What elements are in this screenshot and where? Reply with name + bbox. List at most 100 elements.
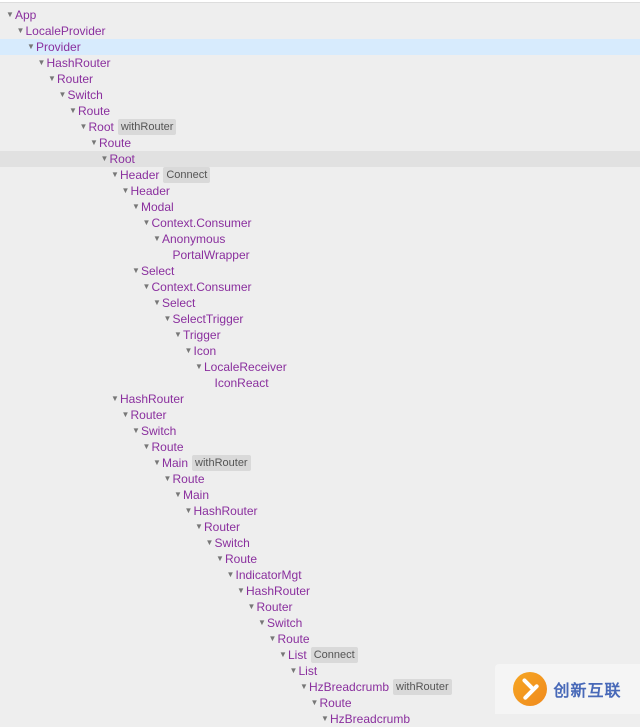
collapse-icon[interactable]: ▼ xyxy=(121,407,131,423)
component-name: HashRouter xyxy=(246,583,310,599)
tree-node-context-consumer[interactable]: ▼Context.Consumer xyxy=(0,215,640,231)
tree-node-list[interactable]: ▼ListConnect xyxy=(0,647,640,663)
tree-node-router[interactable]: ▼Router xyxy=(0,71,640,87)
hoc-badge: Connect xyxy=(311,647,358,663)
tree-node-hashrouter[interactable]: ▼HashRouter xyxy=(0,391,640,407)
collapse-icon[interactable]: ▼ xyxy=(142,279,152,295)
collapse-icon[interactable]: ▼ xyxy=(100,151,110,167)
tree-node-context-consumer[interactable]: ▼Context.Consumer xyxy=(0,279,640,295)
tree-node-switch[interactable]: ▼Switch xyxy=(0,615,640,631)
collapse-icon[interactable]: ▼ xyxy=(110,391,120,407)
tree-node-header[interactable]: ▼Header xyxy=(0,183,640,199)
collapse-icon[interactable]: ▼ xyxy=(142,215,152,231)
tree-node-selecttrigger[interactable]: ▼SelectTrigger xyxy=(0,311,640,327)
collapse-icon[interactable]: ▼ xyxy=(142,439,152,455)
tree-node-localeprovider[interactable]: ▼LocaleProvider xyxy=(0,23,640,39)
collapse-icon[interactable]: ▼ xyxy=(152,231,162,247)
collapse-icon[interactable]: ▼ xyxy=(37,55,47,71)
component-name: Context.Consumer xyxy=(152,215,252,231)
tree-node-hashrouter[interactable]: ▼HashRouter xyxy=(0,503,640,519)
collapse-icon[interactable]: ▼ xyxy=(110,167,120,183)
component-name: PortalWrapper xyxy=(173,247,250,263)
tree-node-app[interactable]: ▼App xyxy=(0,7,640,23)
tree-node-icon[interactable]: ▼Icon xyxy=(0,343,640,359)
collapse-icon[interactable]: ▼ xyxy=(5,7,15,23)
component-name: Anonymous xyxy=(162,231,225,247)
collapse-icon[interactable]: ▼ xyxy=(268,631,278,647)
tree-node-route[interactable]: ▼Route xyxy=(0,439,640,455)
collapse-icon[interactable]: ▼ xyxy=(121,183,131,199)
component-name: HzBreadcrumb xyxy=(309,679,389,695)
collapse-icon[interactable]: ▼ xyxy=(163,471,173,487)
collapse-icon[interactable]: ▼ xyxy=(226,567,236,583)
tree-node-trigger[interactable]: ▼Trigger xyxy=(0,327,640,343)
tree-node-switch[interactable]: ▼Switch xyxy=(0,423,640,439)
tree-node-modal[interactable]: ▼Modal xyxy=(0,199,640,215)
collapse-icon[interactable]: ▼ xyxy=(299,679,309,695)
component-name: Switch xyxy=(68,87,103,103)
component-name: Route xyxy=(152,439,184,455)
collapse-icon[interactable]: ▼ xyxy=(16,23,26,39)
tree-node-route[interactable]: ▼Route xyxy=(0,471,640,487)
tree-node-header[interactable]: ▼HeaderConnect xyxy=(0,167,640,183)
collapse-icon[interactable]: ▼ xyxy=(215,551,225,567)
tree-node-root[interactable]: ▼RootwithRouter xyxy=(0,119,640,135)
collapse-icon[interactable]: ▼ xyxy=(131,199,141,215)
collapse-icon[interactable]: ▼ xyxy=(163,311,173,327)
tree-node-route[interactable]: ▼Route xyxy=(0,135,640,151)
component-name: Context.Consumer xyxy=(152,279,252,295)
collapse-icon[interactable]: ▼ xyxy=(194,359,204,375)
component-name: LocaleReceiver xyxy=(204,359,287,375)
tree-node-route[interactable]: ▼Route xyxy=(0,631,640,647)
tree-node-select[interactable]: ▼Select xyxy=(0,263,640,279)
collapse-icon[interactable]: ▼ xyxy=(236,583,246,599)
collapse-icon[interactable]: ▼ xyxy=(68,103,78,119)
tree-node-route[interactable]: ▼Route xyxy=(0,551,640,567)
tree-node-root[interactable]: ▼Root xyxy=(0,151,640,167)
tree-node-select[interactable]: ▼Select xyxy=(0,295,640,311)
component-name: Switch xyxy=(267,615,302,631)
tree-node-main[interactable]: ▼Main xyxy=(0,487,640,503)
collapse-icon[interactable]: ▼ xyxy=(152,295,162,311)
collapse-icon[interactable]: ▼ xyxy=(89,135,99,151)
component-name: Router xyxy=(57,71,93,87)
tree-node-iconreact[interactable]: IconReact xyxy=(0,375,640,391)
collapse-icon[interactable]: ▼ xyxy=(310,695,320,711)
tree-node-router[interactable]: ▼Router xyxy=(0,519,640,535)
watermark-logo-icon xyxy=(513,672,547,706)
tree-node-hashrouter[interactable]: ▼HashRouter xyxy=(0,55,640,71)
tree-node-localereceiver[interactable]: ▼LocaleReceiver xyxy=(0,359,640,375)
tree-node-switch[interactable]: ▼Switch xyxy=(0,87,640,103)
component-name: Route xyxy=(278,631,310,647)
tree-node-provider[interactable]: ▼Provider xyxy=(0,39,640,55)
collapse-icon[interactable]: ▼ xyxy=(152,455,162,471)
tree-node-router[interactable]: ▼Router xyxy=(0,407,640,423)
component-name: List xyxy=(299,663,318,679)
collapse-icon[interactable]: ▼ xyxy=(131,423,141,439)
collapse-icon[interactable]: ▼ xyxy=(26,39,36,55)
collapse-icon[interactable]: ▼ xyxy=(173,327,183,343)
collapse-icon[interactable]: ▼ xyxy=(79,119,89,135)
collapse-icon[interactable]: ▼ xyxy=(320,711,330,727)
tree-node-main[interactable]: ▼MainwithRouter xyxy=(0,455,640,471)
collapse-icon[interactable]: ▼ xyxy=(131,263,141,279)
tree-node-route[interactable]: ▼Route xyxy=(0,103,640,119)
tree-node-hashrouter[interactable]: ▼HashRouter xyxy=(0,583,640,599)
tree-node-portalwrapper[interactable]: PortalWrapper xyxy=(0,247,640,263)
collapse-icon[interactable]: ▼ xyxy=(184,503,194,519)
collapse-icon[interactable]: ▼ xyxy=(173,487,183,503)
tree-node-router[interactable]: ▼Router xyxy=(0,599,640,615)
tree-node-switch[interactable]: ▼Switch xyxy=(0,535,640,551)
collapse-icon[interactable]: ▼ xyxy=(47,71,57,87)
collapse-icon[interactable]: ▼ xyxy=(278,647,288,663)
collapse-icon[interactable]: ▼ xyxy=(257,615,267,631)
collapse-icon[interactable]: ▼ xyxy=(247,599,257,615)
collapse-icon[interactable]: ▼ xyxy=(289,663,299,679)
component-name: Main xyxy=(162,455,188,471)
collapse-icon[interactable]: ▼ xyxy=(58,87,68,103)
collapse-icon[interactable]: ▼ xyxy=(194,519,204,535)
collapse-icon[interactable]: ▼ xyxy=(184,343,194,359)
tree-node-anonymous[interactable]: ▼Anonymous xyxy=(0,231,640,247)
tree-node-indicatormgt[interactable]: ▼IndicatorMgt xyxy=(0,567,640,583)
collapse-icon[interactable]: ▼ xyxy=(205,535,215,551)
